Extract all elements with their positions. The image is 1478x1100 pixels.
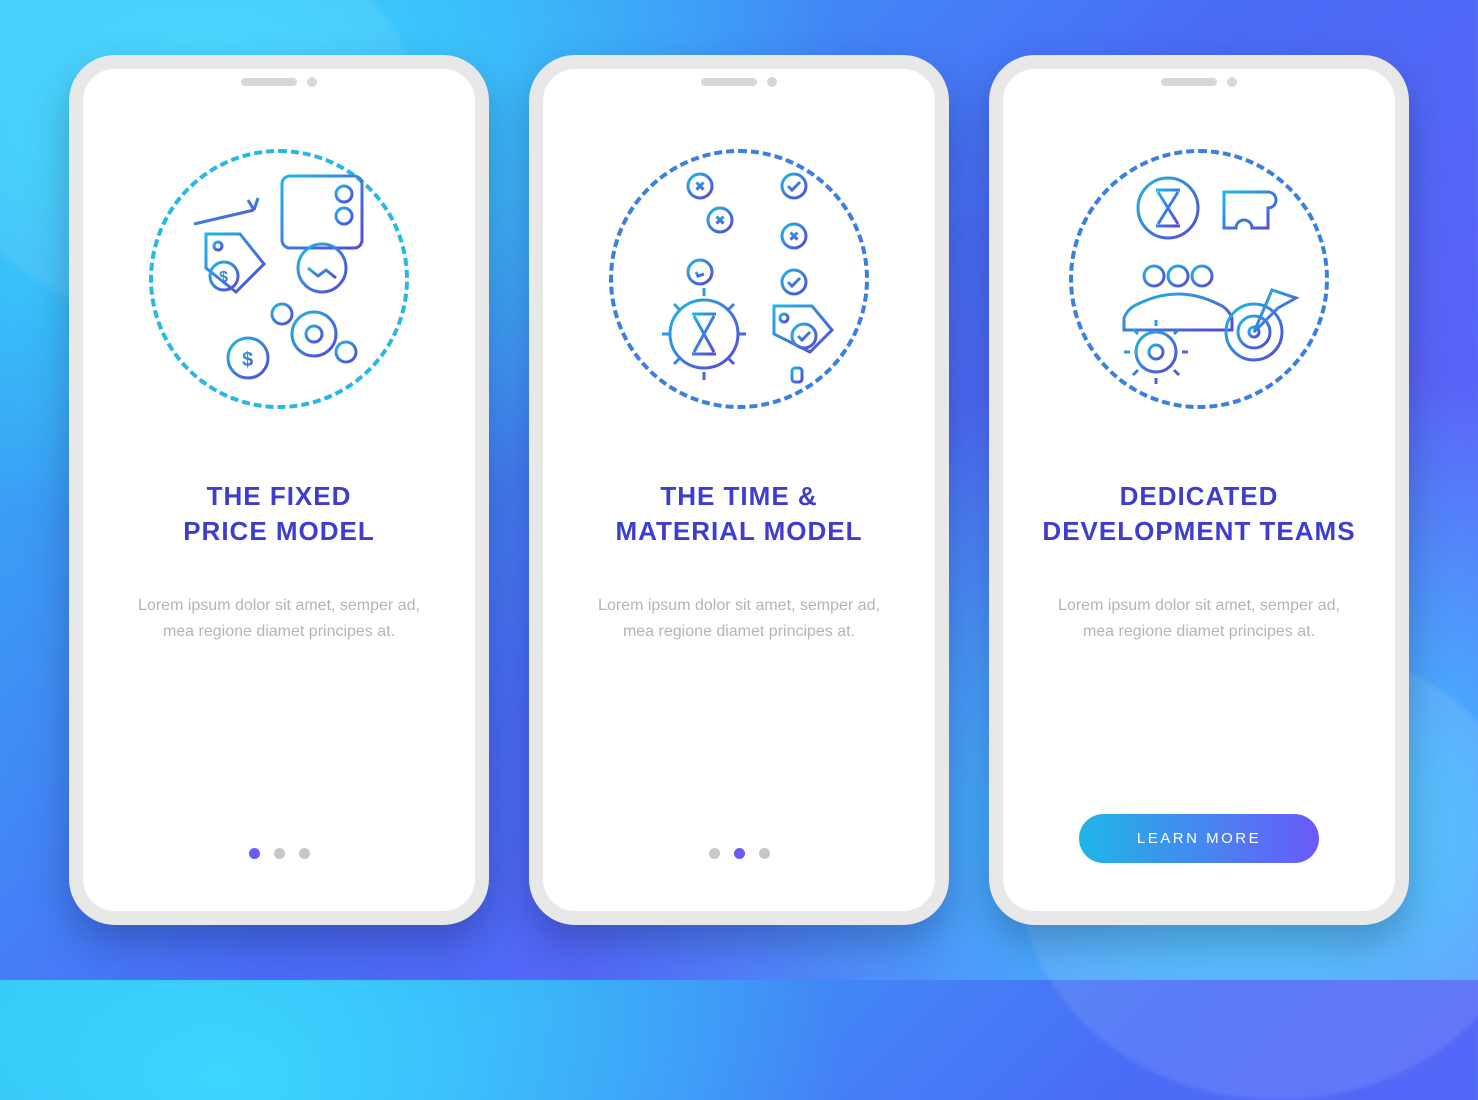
dot-3[interactable] — [299, 848, 310, 859]
title-line-1: THE TIME & — [660, 481, 817, 511]
svg-text:$: $ — [219, 269, 228, 286]
time-material-icon — [624, 164, 854, 394]
dedicated-teams-illustration — [1049, 129, 1349, 429]
dot-3[interactable] — [759, 848, 770, 859]
screen-description: Lorem ipsum dolor sit amet, semper ad, m… — [589, 593, 889, 644]
phone-notch — [1161, 77, 1237, 87]
fixed-price-illustration: $ $ — [129, 129, 429, 429]
dot-2[interactable] — [274, 848, 285, 859]
camera-dot — [1227, 77, 1237, 87]
dedicated-teams-icon — [1084, 164, 1314, 394]
page-indicator — [249, 848, 310, 871]
camera-dot — [307, 77, 317, 87]
phone-notch — [241, 77, 317, 87]
screen-title: THE FIXED PRICE MODEL — [183, 479, 375, 549]
fixed-price-icon: $ $ — [164, 164, 394, 394]
onboarding-screen-1: $ $ THE FIXED PRICE MODEL Lorem ipsum do… — [69, 55, 489, 925]
dot-1[interactable] — [709, 848, 720, 859]
title-line-2: PRICE MODEL — [183, 516, 375, 546]
speaker-slot — [241, 78, 297, 86]
onboarding-screen-2: THE TIME & MATERIAL MODEL Lorem ipsum do… — [529, 55, 949, 925]
title-line-1: THE FIXED — [207, 481, 352, 511]
screen-description: Lorem ipsum dolor sit amet, semper ad, m… — [1049, 593, 1349, 644]
dot-2[interactable] — [734, 848, 745, 859]
title-line-1: DEDICATED — [1120, 481, 1279, 511]
time-material-illustration — [589, 129, 889, 429]
onboarding-screen-3: DEDICATED DEVELOPMENT TEAMS Lorem ipsum … — [989, 55, 1409, 925]
title-line-2: DEVELOPMENT TEAMS — [1042, 516, 1355, 546]
title-line-2: MATERIAL MODEL — [615, 516, 862, 546]
speaker-slot — [701, 78, 757, 86]
phone-notch — [701, 77, 777, 87]
screen-title: DEDICATED DEVELOPMENT TEAMS — [1042, 479, 1355, 549]
dot-1[interactable] — [249, 848, 260, 859]
screen-description: Lorem ipsum dolor sit amet, semper ad, m… — [129, 593, 429, 644]
screen-title: THE TIME & MATERIAL MODEL — [615, 479, 862, 549]
page-indicator — [709, 848, 770, 871]
svg-text:$: $ — [242, 349, 253, 371]
learn-more-button[interactable]: LEARN MORE — [1079, 814, 1319, 863]
speaker-slot — [1161, 78, 1217, 86]
camera-dot — [767, 77, 777, 87]
